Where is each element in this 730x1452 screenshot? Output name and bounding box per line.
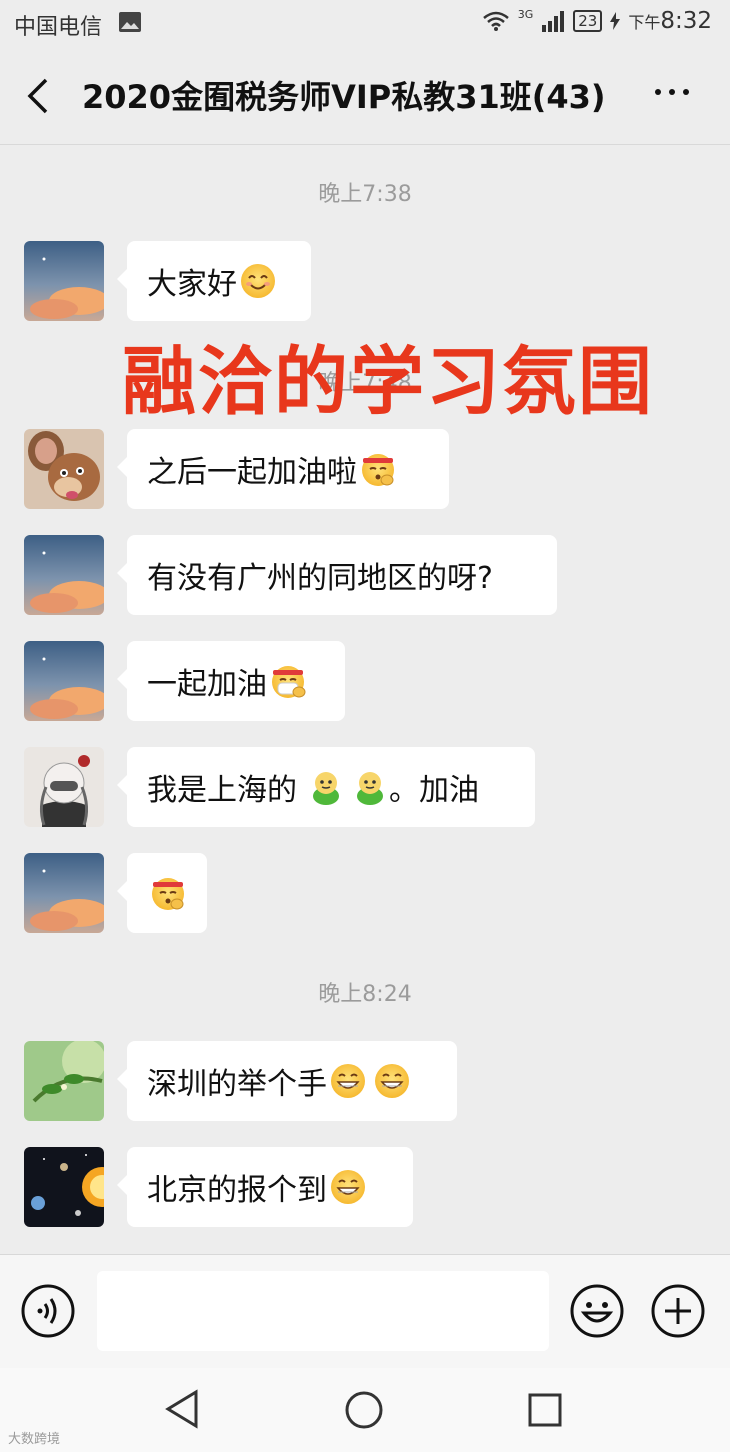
voice-input-icon[interactable] bbox=[20, 1283, 76, 1339]
more-options-icon[interactable] bbox=[652, 82, 692, 102]
grin-emoji-icon bbox=[331, 1170, 365, 1204]
nav-recent-apps-icon[interactable] bbox=[527, 1392, 563, 1428]
chat-title: 2020金囿税务师VIP私教31班(43) bbox=[82, 78, 606, 116]
smile-emoji-icon bbox=[241, 264, 275, 298]
message-text-suffix: 。加油 bbox=[389, 773, 479, 808]
message-text: 之后一起加油啦 bbox=[147, 455, 357, 490]
gallery-icon bbox=[119, 12, 141, 32]
message-bubble[interactable]: 我是上海的 。加油 bbox=[117, 747, 535, 827]
avatar[interactable] bbox=[24, 853, 104, 933]
status-bar: 中国电信 3G 23 下午8:32 bbox=[0, 0, 730, 48]
message-text: 北京的报个到 bbox=[147, 1173, 327, 1208]
emoji-picker-icon[interactable] bbox=[569, 1283, 625, 1339]
system-nav-bar bbox=[0, 1368, 730, 1452]
message-text: 大家好 bbox=[147, 267, 237, 302]
input-bar bbox=[0, 1254, 730, 1369]
battery-level: 23 bbox=[573, 10, 603, 32]
message-bubble[interactable]: 有没有广州的同地区的呀? bbox=[117, 535, 557, 615]
time-prefix: 下午 bbox=[628, 13, 661, 32]
timestamp: 晚上8:24 bbox=[318, 982, 412, 1007]
message-text: 有没有广州的同地区的呀? bbox=[147, 561, 493, 596]
nav-back-icon[interactable] bbox=[162, 1388, 202, 1430]
more-actions-plus-icon[interactable] bbox=[650, 1283, 706, 1339]
mask-emoji-icon bbox=[272, 666, 306, 698]
avatar[interactable] bbox=[24, 535, 104, 615]
promo-caption: 融洽的学习氛围 bbox=[122, 339, 654, 425]
watermark: 大数跨境 bbox=[8, 1432, 61, 1447]
avatar[interactable] bbox=[24, 241, 104, 321]
back-arrow-icon[interactable] bbox=[22, 76, 58, 116]
clock: 8:32 bbox=[660, 8, 712, 34]
frog-emoji-icon bbox=[313, 772, 339, 805]
avatar[interactable] bbox=[24, 429, 104, 509]
message-bubble[interactable] bbox=[117, 853, 207, 933]
nav-home-icon[interactable] bbox=[344, 1390, 384, 1430]
avatar[interactable] bbox=[24, 1147, 104, 1227]
message-text: 一起加油 bbox=[147, 667, 267, 702]
avatar[interactable] bbox=[24, 747, 104, 827]
carrier-label: 中国电信 bbox=[14, 15, 103, 40]
message-input[interactable] bbox=[97, 1271, 549, 1351]
headband-emoji-icon bbox=[152, 878, 184, 910]
grin-emoji-icon bbox=[331, 1064, 365, 1098]
headband-emoji-icon bbox=[362, 454, 394, 486]
grin-emoji-icon bbox=[375, 1064, 409, 1098]
signal-icon bbox=[542, 11, 565, 32]
charging-icon bbox=[610, 12, 621, 30]
frog-emoji-icon bbox=[357, 772, 383, 805]
message-text: 我是上海的 bbox=[147, 773, 297, 808]
timestamp: 晚上7:38 bbox=[318, 182, 412, 207]
network-type-label: 3G bbox=[517, 8, 534, 21]
wifi-icon bbox=[482, 11, 509, 31]
message-bubble[interactable]: 之后一起加油啦 bbox=[117, 429, 449, 509]
message-bubble[interactable]: 一起加油 bbox=[117, 641, 345, 721]
avatar[interactable] bbox=[24, 1041, 104, 1121]
message-bubble[interactable]: 北京的报个到 bbox=[117, 1147, 413, 1227]
message-bubble[interactable]: 深圳的举个手 bbox=[117, 1041, 457, 1121]
message-bubble[interactable]: 大家好 bbox=[117, 241, 311, 321]
avatar[interactable] bbox=[24, 641, 104, 721]
message-text: 深圳的举个手 bbox=[147, 1067, 327, 1102]
chat-header: 2020金囿税务师VIP私教31班(43) bbox=[0, 48, 730, 145]
